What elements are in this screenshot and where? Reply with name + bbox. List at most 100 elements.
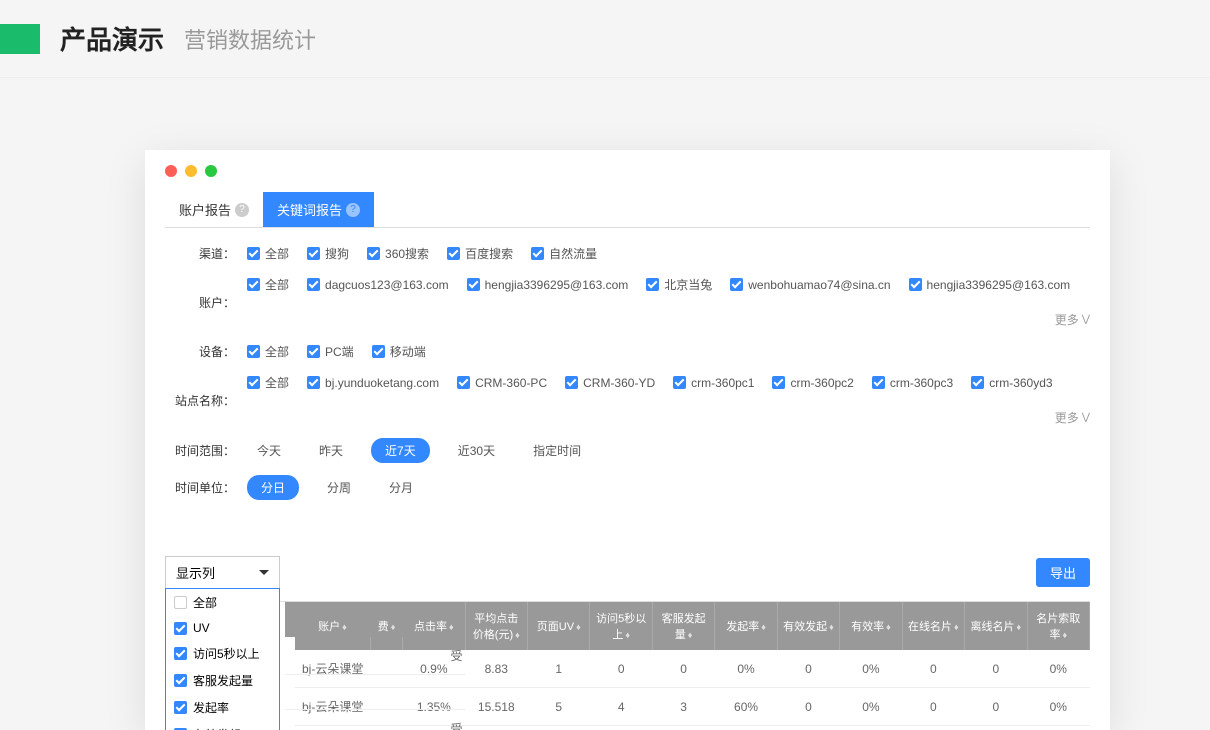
cell: 8.83 [465, 650, 527, 688]
filter-checkbox-item[interactable]: bj.yunduoketang.com [307, 376, 439, 390]
help-icon[interactable]: ? [346, 203, 360, 217]
filter-checkbox-item[interactable]: hengjia3396295@163.com [909, 278, 1071, 292]
table-header[interactable]: 平均点击价格(元)♦ [465, 602, 527, 650]
cell: 0 [590, 650, 652, 688]
filter-checkbox-item[interactable]: 全部 [247, 276, 289, 293]
filter-label: 时间单位： [165, 479, 235, 496]
sort-icon: ♦ [1016, 622, 1021, 632]
dropdown-label: 访问5秒以上 [193, 645, 260, 662]
dropdown-item[interactable]: 有效发起 [166, 721, 279, 730]
time-option[interactable]: 分日 [247, 475, 299, 500]
filter-checkbox-item[interactable]: 全部 [247, 245, 289, 262]
time-option[interactable]: 昨天 [309, 438, 353, 463]
sort-icon: ♦ [515, 630, 520, 640]
checkbox-icon [971, 376, 984, 389]
filter-checkbox-item[interactable]: crm-360yd3 [971, 376, 1052, 390]
table-header[interactable]: 有效率♦ [840, 602, 902, 650]
filter-checkbox-item[interactable]: PC端 [307, 343, 354, 360]
checkbox-icon [307, 376, 320, 389]
checkbox-icon [307, 278, 320, 291]
filter-checkbox-item[interactable]: 北京当兔 [646, 276, 712, 293]
checkbox-label: 全部 [265, 245, 289, 262]
sort-icon: ♦ [391, 622, 396, 632]
help-icon[interactable]: ? [235, 203, 249, 217]
sort-icon: ♦ [576, 622, 581, 632]
sort-icon: ♦ [1062, 630, 1067, 640]
cell: 0 [652, 650, 714, 688]
table-header[interactable]: 点击率♦ [403, 602, 465, 650]
checkbox-label: hengjia3396295@163.com [927, 278, 1071, 292]
checkbox-icon [307, 345, 320, 358]
cell: 1 [590, 726, 652, 730]
export-button[interactable]: 导出 [1036, 558, 1090, 587]
dropdown-label: UV [193, 621, 210, 635]
time-option[interactable]: 分周 [317, 475, 361, 500]
checkbox-label: bj.yunduoketang.com [325, 376, 439, 390]
filter-row-site: 站点名称： 全部bj.yunduoketang.comCRM-360-PCCRM… [165, 374, 1090, 426]
column-select-dropdown[interactable]: 显示列 [165, 556, 280, 589]
tab-account-report[interactable]: 账户报告 ? [165, 192, 263, 227]
filter-checkbox-item[interactable]: crm-360pc1 [673, 376, 754, 390]
checkbox-icon [247, 345, 260, 358]
time-option[interactable]: 近7天 [371, 438, 430, 463]
table-header[interactable]: 访问5秒以上♦ [590, 602, 652, 650]
filter-checkbox-item[interactable]: CRM-360-PC [457, 376, 547, 390]
table-header[interactable]: 在线名片♦ [902, 602, 964, 650]
checkbox-icon [772, 376, 785, 389]
filter-items-site: 全部 bj.yunduoketang.com CRM-360-PC CRM-360-Y… [247, 374, 1090, 426]
window-close-icon[interactable] [165, 165, 177, 177]
dropdown-item[interactable]: 全部 [166, 589, 279, 616]
window-maximize-icon[interactable] [205, 165, 217, 177]
dropdown-item[interactable]: 发起率 [166, 694, 279, 721]
filter-checkbox-item[interactable]: 自然流量 [531, 245, 597, 262]
dropdown-item[interactable]: 访问5秒以上 [166, 640, 279, 667]
cell: 0% [840, 726, 902, 730]
checkbox-label: 北京当兔 [664, 276, 712, 293]
filter-checkbox-item[interactable]: wenbohuamao74@sina.cn [730, 278, 890, 292]
more-link[interactable]: 更多 ⋁ [1055, 311, 1090, 328]
table-header[interactable]: 有效发起♦ [777, 602, 839, 650]
filter-label: 设备： [165, 343, 235, 360]
time-option[interactable]: 指定时间 [523, 438, 591, 463]
filter-checkbox-item[interactable]: 移动端 [372, 343, 426, 360]
cell: 0 [777, 726, 839, 730]
table-header[interactable]: 客服发起量♦ [652, 602, 714, 650]
filter-items-channel: 全部 搜狗 360搜索 百度搜索 自然流量 [247, 245, 1090, 262]
filter-checkbox-item[interactable]: 全部 [247, 374, 289, 391]
dropdown-item[interactable]: UV [166, 616, 279, 640]
page-subtitle: 营销数据统计 [184, 23, 316, 55]
filter-checkbox-item[interactable]: 百度搜索 [447, 245, 513, 262]
window-minimize-icon[interactable] [185, 165, 197, 177]
checkbox-icon [372, 345, 385, 358]
checkbox-icon [174, 701, 187, 714]
checkbox-icon [174, 674, 187, 687]
filter-checkbox-item[interactable]: 搜狗 [307, 245, 349, 262]
table-header[interactable]: 费♦ [370, 602, 402, 650]
filter-checkbox-item[interactable]: crm-360pc2 [772, 376, 853, 390]
sort-icon: ♦ [886, 622, 891, 632]
dropdown-item[interactable]: 客服发起量 [166, 667, 279, 694]
cell: 0% [1027, 650, 1090, 688]
table-header[interactable]: 账户♦ [295, 602, 370, 650]
filters-panel: 渠道： 全部搜狗360搜索百度搜索自然流量 账户： 全部dagcuos123@1… [165, 228, 1090, 526]
time-option[interactable]: 分月 [379, 475, 423, 500]
time-option[interactable]: 今天 [247, 438, 291, 463]
filter-checkbox-item[interactable]: CRM-360-YD [565, 376, 655, 390]
filter-checkbox-item[interactable]: crm-360pc3 [872, 376, 953, 390]
filter-checkbox-item[interactable]: 360搜索 [367, 245, 429, 262]
checkbox-icon [730, 278, 743, 291]
filter-checkbox-item[interactable]: hengjia3396295@163.com [467, 278, 629, 292]
tab-keyword-report[interactable]: 关键词报告 ? [263, 192, 374, 227]
time-option[interactable]: 近30天 [448, 438, 505, 463]
column-dropdown-panel: 全部UV访问5秒以上客服发起量发起率有效发起有效率在线名片离线名片名片索取率有效… [165, 588, 280, 730]
filter-checkbox-item[interactable]: dagcuos123@163.com [307, 278, 449, 292]
checkbox-icon [646, 278, 659, 291]
table-header[interactable]: 离线名片♦ [965, 602, 1027, 650]
sort-icon: ♦ [449, 622, 454, 632]
table-header[interactable]: 名片索取率♦ [1027, 602, 1090, 650]
more-link[interactable]: 更多 ⋁ [1055, 409, 1090, 426]
table-header[interactable]: 页面UV♦ [528, 602, 590, 650]
filter-checkbox-item[interactable]: 全部 [247, 343, 289, 360]
table-header[interactable]: 发起率♦ [715, 602, 777, 650]
caret-down-icon [259, 570, 269, 575]
